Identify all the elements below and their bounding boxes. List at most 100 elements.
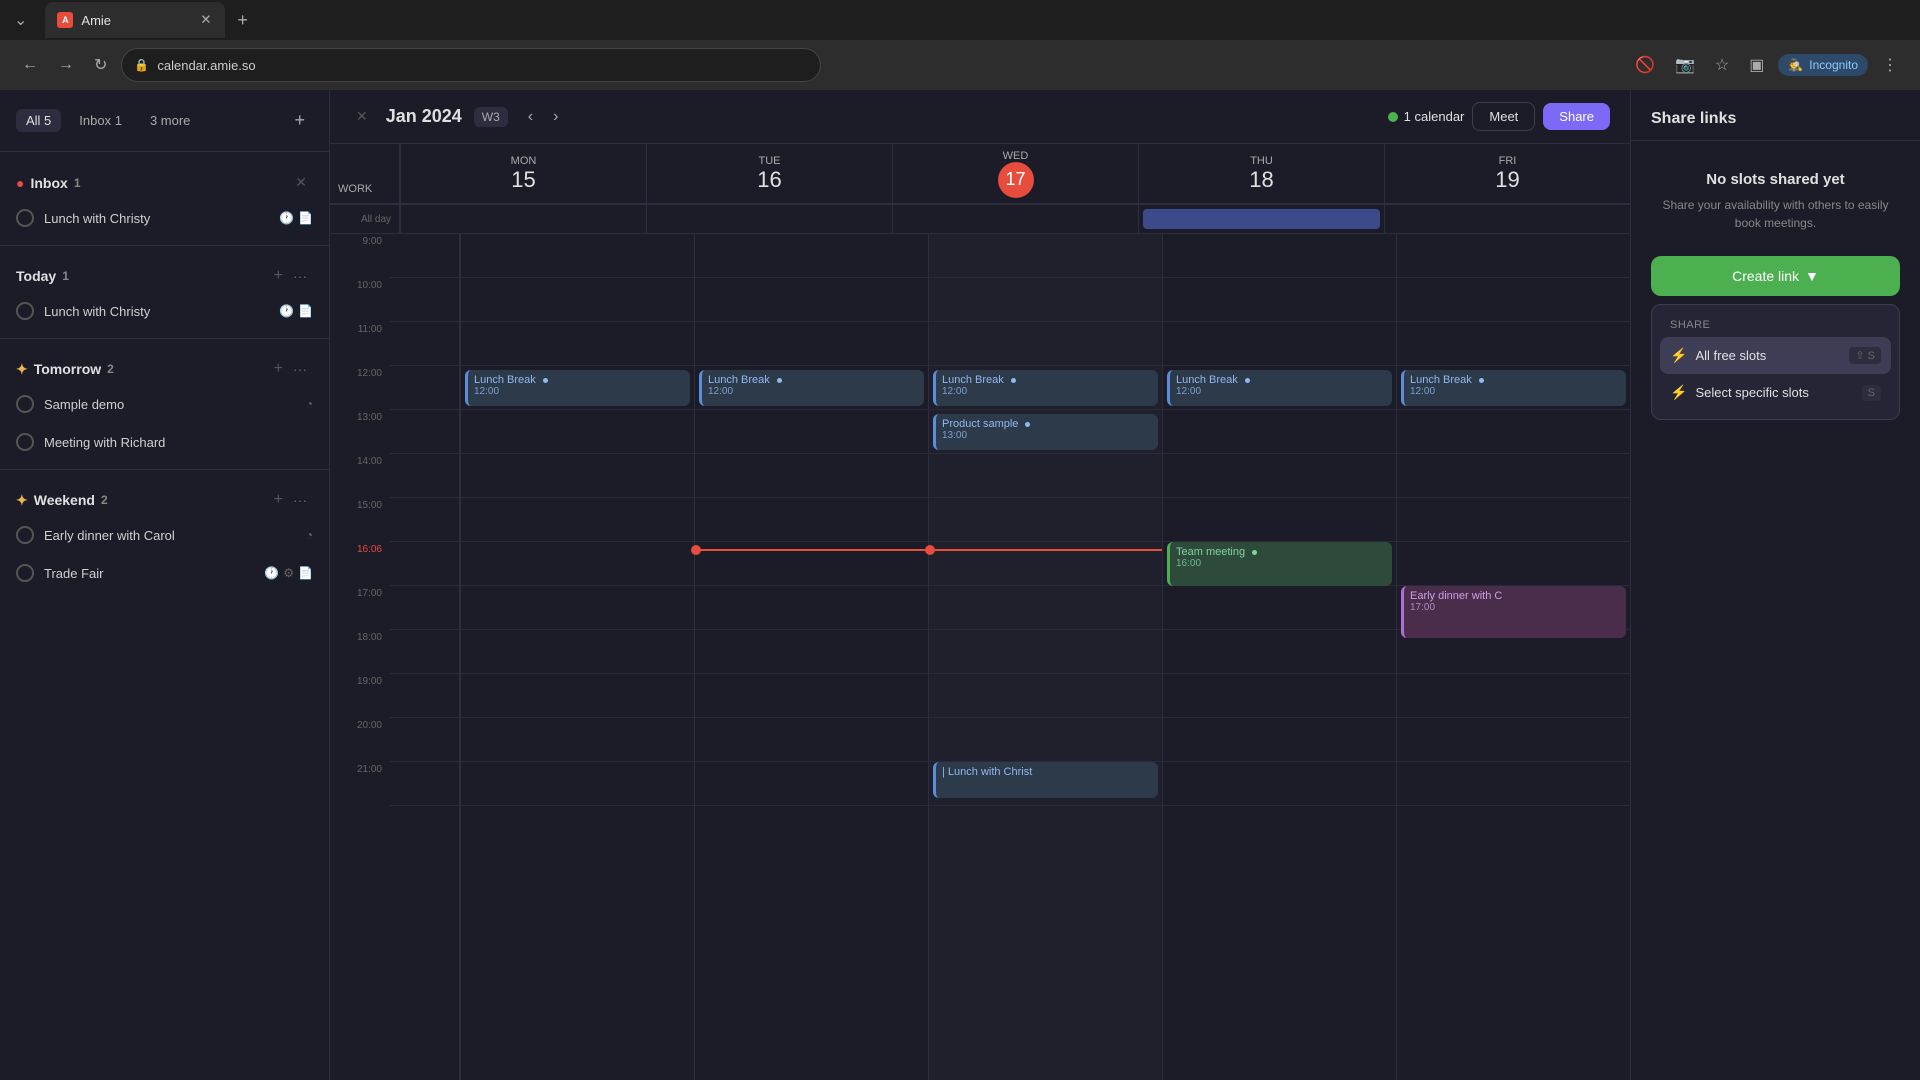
weekend-add-button[interactable]: + [274,490,283,510]
task-inbox-lunch[interactable]: Lunch with Christy 🕐 📄 [0,199,329,237]
meet-button[interactable]: Meet [1472,102,1535,131]
weekend-section-header[interactable]: ✦ Weekend 2 + ··· [0,478,329,516]
day-col-thu[interactable]: Lunch Break 12:00 Team meeting 16:00 [1162,234,1396,1080]
dropdown-shortcut-specific: S [1862,385,1881,401]
allday-toggle-button[interactable]: ✕ [350,106,374,127]
today-add-button[interactable]: + [274,266,283,286]
share-panel-header: Share links [1631,90,1920,141]
day-col-wed[interactable]: Lunch Break 12:00 Product sample 13:00 [928,234,1162,1080]
event-lunch-christy-wed[interactable]: | Lunch with Christ [933,762,1158,798]
menu-button[interactable]: ⋮ [1876,49,1904,81]
work-slot-21 [390,762,459,806]
tab-close-button[interactable]: ✕ [198,10,213,30]
sidebar-add-button[interactable]: + [286,106,313,135]
event-lunch-break-wed[interactable]: Lunch Break 12:00 [933,370,1158,406]
reload-button[interactable]: ↻ [88,49,113,81]
today-section-header[interactable]: Today 1 + ··· [0,254,329,292]
task-checkbox-inbox-lunch[interactable] [16,209,34,227]
star-icon[interactable]: ☆ [1709,49,1735,81]
event-dot-mon [543,378,548,383]
next-week-button[interactable]: › [545,104,566,130]
calendar-count-label: 1 calendar [1404,109,1465,124]
allday-thu-event[interactable] [1143,209,1380,229]
task-icons-trade-fair: 🕐 ⚙ 📄 [264,566,313,580]
create-link-button[interactable]: Create link ▼ [1651,256,1900,296]
task-checkbox-early-dinner[interactable] [16,526,34,544]
tomorrow-add-button[interactable]: + [274,359,283,379]
task-sample-demo[interactable]: Sample demo ◔ [0,385,329,423]
time-slots-col: 9:00 10:00 11:00 12:00 13:00 14:00 15:00… [330,234,390,1080]
time-label-14: 14:00 [330,454,390,498]
event-team-meeting[interactable]: Team meeting 16:00 [1167,542,1392,586]
day-col-tue[interactable]: Lunch Break 12:00 [694,234,928,1080]
hour-mon-18 [461,630,694,674]
sidebar-header: All 5 Inbox 1 3 more + [0,90,329,152]
dropdown-item-specific-slots[interactable]: ⚡ Select specific slots S [1660,374,1891,411]
hour-mon-10 [461,278,694,322]
inbox-close-button[interactable]: ✕ [289,172,313,193]
weekend-count: 2 [101,493,108,507]
time-label-11: 11:00 [330,322,390,366]
calendar-header: ✕ Jan 2024 W3 ‹ › 1 calendar Meet Share [330,90,1630,144]
inbox-section-header[interactable]: ● Inbox 1 ✕ [0,160,329,199]
event-title-lunch-break-mon: Lunch Break [474,374,684,386]
dropdown-item-all-free-slots[interactable]: ⚡ All free slots ⇧ S [1660,337,1891,374]
disable-icon[interactable]: 🚫 [1629,49,1661,81]
weekend-more-button[interactable]: ··· [287,490,313,510]
task-checkbox-trade-fair[interactable] [16,564,34,582]
day-col-mon[interactable]: Lunch Break 12:00 [460,234,694,1080]
tab-group-dropdown[interactable]: ⌄ [8,6,33,34]
allday-fri[interactable] [1384,205,1630,233]
address-bar[interactable]: 🔒 calendar.amie.so [121,48,821,82]
sidebar-tab-all[interactable]: All 5 [16,109,61,132]
task-checkbox-sample-demo[interactable] [16,395,34,413]
work-slot-18 [390,630,459,674]
prev-week-button[interactable]: ‹ [520,104,541,130]
time-label-20: 20:00 [330,718,390,762]
new-tab-button[interactable]: + [229,6,256,35]
event-title-team-meeting: Team meeting [1176,546,1386,558]
sidebar-tab-inbox[interactable]: Inbox 1 [69,109,132,132]
tomorrow-more-button[interactable]: ··· [287,359,313,379]
allday-mon[interactable] [400,205,646,233]
share-panel-title: Share links [1651,110,1736,127]
work-slot-17 [390,586,459,630]
file-icon-3: 📄 [298,566,313,580]
allday-thu[interactable] [1138,205,1384,233]
event-title-product-sample: Product sample [942,418,1152,430]
tomorrow-section-header[interactable]: ✦ Tomorrow 2 + ··· [0,347,329,385]
active-tab[interactable]: A Amie ✕ [45,2,225,38]
day-col-fri[interactable]: Lunch Break 12:00 Early dinner with C 17… [1396,234,1630,1080]
today-more-button[interactable]: ··· [287,266,313,286]
event-lunch-break-mon[interactable]: Lunch Break 12:00 [465,370,690,406]
event-lunch-break-tue[interactable]: Lunch Break 12:00 [699,370,924,406]
task-trade-fair[interactable]: Trade Fair 🕐 ⚙ 📄 [0,554,329,592]
allday-text: All day [361,214,391,225]
forward-button[interactable]: → [52,50,80,80]
task-early-dinner[interactable]: Early dinner with Carol ◔ [0,516,329,554]
hour-mon-11 [461,322,694,366]
event-early-dinner[interactable]: Early dinner with C 17:00 [1401,586,1626,638]
share-button[interactable]: Share [1543,103,1610,130]
current-time-line-wed [929,549,1162,551]
sidebar-tab-more[interactable]: 3 more [140,109,200,132]
task-checkbox-meeting-richard[interactable] [16,433,34,451]
task-checkbox-today-lunch[interactable] [16,302,34,320]
allday-wed[interactable] [892,205,1138,233]
back-button[interactable]: ← [16,50,44,80]
camera-icon[interactable]: 📷 [1669,49,1701,81]
tab-favicon: A [57,12,73,28]
allday-tue[interactable] [646,205,892,233]
task-meeting-richard[interactable]: Meeting with Richard [0,423,329,461]
event-time-team-meeting: 16:00 [1176,558,1386,569]
file-icon-2: 📄 [298,304,313,318]
time-label-16: 16:06 [330,542,390,586]
event-lunch-break-thu[interactable]: Lunch Break 12:00 [1167,370,1392,406]
incognito-label: Incognito [1809,58,1858,72]
incognito-badge[interactable]: 🕵 Incognito [1778,54,1868,76]
event-lunch-break-fri[interactable]: Lunch Break 12:00 [1401,370,1626,406]
work-slot-10 [390,278,459,322]
sidebar-icon[interactable]: ▣ [1743,49,1770,81]
event-product-sample[interactable]: Product sample 13:00 [933,414,1158,450]
task-today-lunch[interactable]: Lunch with Christy 🕐 📄 [0,292,329,330]
